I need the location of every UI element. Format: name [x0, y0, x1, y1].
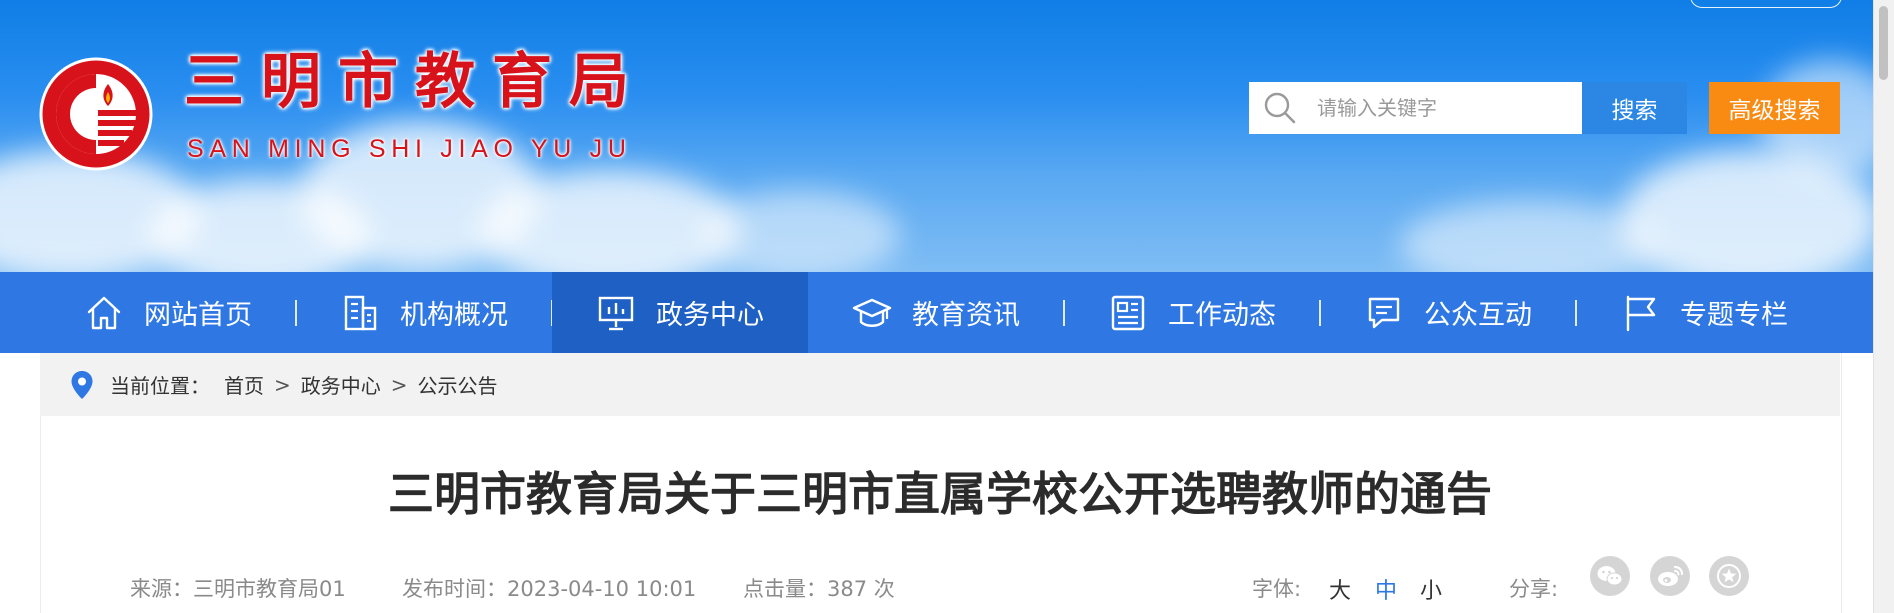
site-title: 三明市教育局: [184, 47, 646, 117]
views-value: 387 次: [827, 577, 895, 601]
font-size-label: 字体:: [1252, 577, 1302, 601]
weibo-share-button[interactable]: [1650, 556, 1690, 596]
newspaper-icon: [1111, 295, 1145, 330]
breadcrumb-label: 当前位置：: [110, 374, 210, 398]
nav-label: 政务中心: [656, 300, 764, 331]
page-scrollbar[interactable]: [1873, 0, 1894, 613]
nav-label: 网站首页: [144, 300, 252, 331]
font-size-medium-button[interactable]: 中: [1375, 573, 1397, 605]
article-publish-time: 发布时间：2023-04-10 10:01: [402, 573, 696, 603]
chat-bubble-icon: [1368, 297, 1400, 328]
wechat-icon: [1597, 566, 1623, 586]
article-title: 三明市教育局关于三明市直属学校公开选聘教师的通告: [388, 467, 1492, 521]
breadcrumb-separator: >: [390, 372, 408, 397]
views-label: 点击量：: [743, 577, 827, 601]
location-pin-icon: [71, 370, 93, 399]
nav-item-education-news[interactable]: 教育资讯: [808, 272, 1064, 353]
top-link-pill[interactable]: [1690, 0, 1842, 8]
cloud-decoration: [700, 190, 900, 272]
breadcrumb-home-link[interactable]: 首页: [224, 370, 264, 399]
graduation-cap-icon: [852, 298, 892, 327]
nav-item-work-updates[interactable]: 工作动态: [1064, 272, 1320, 353]
flag-icon: [1626, 295, 1656, 331]
breadcrumb: 当前位置： 首页 > 政务中心 > 公示公告: [40, 353, 1840, 416]
article-views: 点击量：387 次: [743, 573, 895, 603]
breadcrumb-notices-link[interactable]: 公示公告: [418, 370, 498, 399]
font-size-large-button[interactable]: 大: [1329, 573, 1351, 605]
favorite-star-icon: [1717, 564, 1741, 588]
publish-value: 2023-04-10 10:01: [507, 577, 697, 601]
source-label: 来源：: [130, 577, 193, 601]
home-icon: [87, 296, 121, 329]
breadcrumb-government-center-link[interactable]: 政务中心: [301, 370, 381, 399]
nav-label: 工作动态: [1168, 300, 1276, 331]
presentation-board-icon: [598, 296, 634, 330]
publish-label: 发布时间：: [402, 577, 507, 601]
weibo-icon: [1658, 565, 1684, 586]
share-label: 分享:: [1509, 577, 1559, 601]
nav-label: 教育资讯: [912, 300, 1020, 331]
article-source: 来源：三明市教育局01: [130, 573, 346, 603]
search-icon: [1264, 92, 1296, 124]
nav-item-home[interactable]: 网站首页: [40, 272, 296, 353]
logo-emblem-icon: [39, 57, 153, 171]
breadcrumb-separator: >: [274, 372, 291, 397]
wechat-share-button[interactable]: [1590, 556, 1630, 596]
nav-item-organization[interactable]: 机构概况: [296, 272, 552, 353]
nav-label: 机构概况: [400, 300, 508, 331]
advanced-search-button[interactable]: 高级搜索: [1709, 82, 1840, 134]
nav-item-special-topics[interactable]: 专题专栏: [1576, 272, 1832, 353]
header-banner: 三明市教育局 SAN MING SHI JIAO YU JU 搜索 高级搜索: [0, 0, 1894, 272]
source-value: 三明市教育局01: [193, 577, 346, 601]
nav-label: 专题专栏: [1680, 300, 1788, 331]
main-nav: 网站首页 机构概况 政务中心 教育资讯 工作动态 公众互动 专题专栏: [0, 272, 1894, 353]
font-size-small-button[interactable]: 小: [1420, 573, 1442, 605]
building-icon: [344, 295, 377, 330]
nav-item-public-interaction[interactable]: 公众互动: [1320, 272, 1576, 353]
scrollbar-thumb[interactable]: [1879, 6, 1888, 80]
site-subtitle: SAN MING SHI JIAO YU JU: [187, 135, 632, 163]
search-box: [1249, 82, 1582, 134]
search-button[interactable]: 搜索: [1582, 82, 1687, 134]
nav-item-government-center[interactable]: 政务中心: [552, 272, 808, 353]
nav-label: 公众互动: [1424, 300, 1532, 331]
favorite-share-button[interactable]: [1709, 556, 1749, 596]
search-input[interactable]: [1315, 95, 1569, 121]
